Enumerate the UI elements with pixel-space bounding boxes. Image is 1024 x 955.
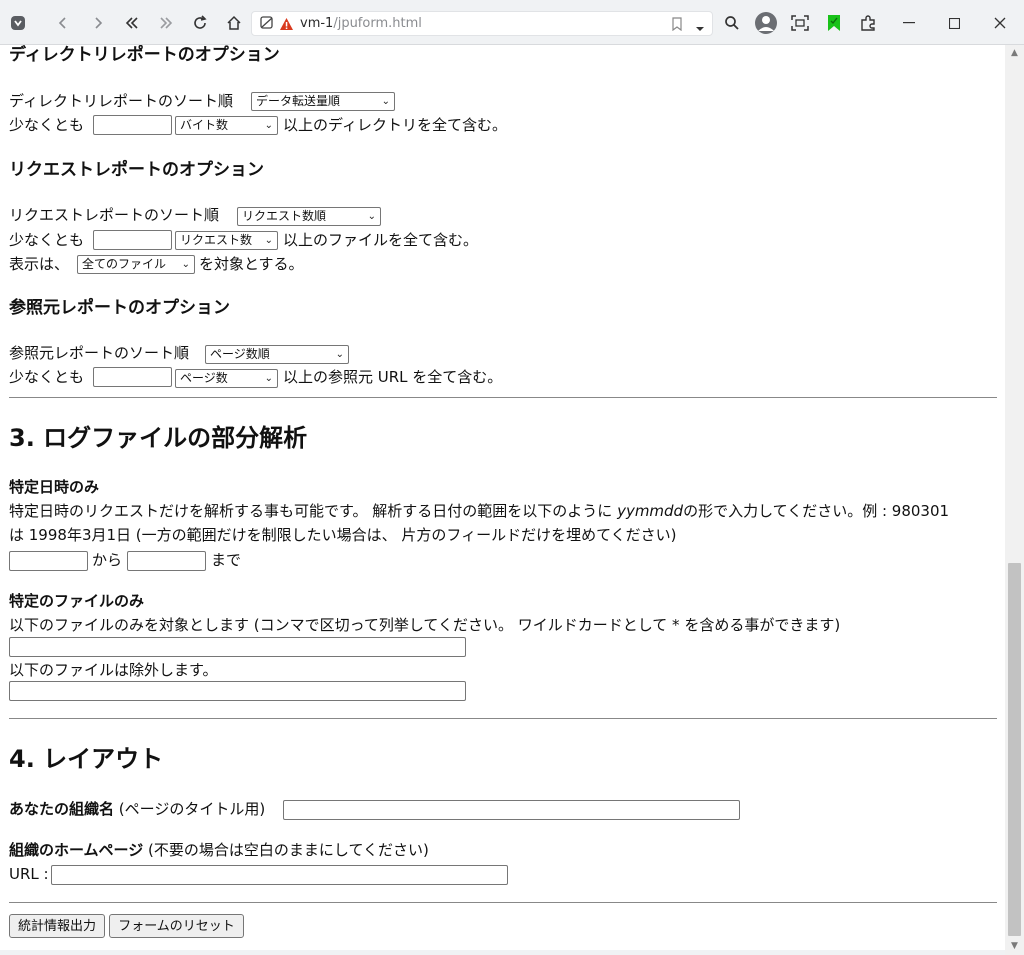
exclude-files-input[interactable] <box>9 681 466 701</box>
chevron-down-icon: ⌄ <box>381 96 390 107</box>
req-show-select[interactable]: 全てのファイル ⌄ <box>77 255 195 274</box>
profile-icon[interactable] <box>752 9 780 37</box>
capture-icon[interactable] <box>786 9 814 37</box>
green-bookmark-icon[interactable] <box>820 9 848 37</box>
req-sort-value: リクエスト数順 <box>242 209 327 223</box>
req-min-input[interactable] <box>93 230 172 250</box>
minimize-icon[interactable] <box>887 9 931 37</box>
home-icon[interactable] <box>220 9 248 37</box>
home-label-bold: 組織のホームページ <box>9 841 144 859</box>
home-label-note: (不要の場合は空白のままにしてください) <box>148 841 429 859</box>
ref-min-suffix: 以上の参照元 URL を全て含む。 <box>283 368 503 386</box>
chevron-down-icon: ⌄ <box>264 235 273 246</box>
include-files-input[interactable] <box>9 637 466 657</box>
bookmark-icon[interactable] <box>672 16 682 35</box>
browser-toolbar: vm-1/jpuform.html <box>0 0 1024 45</box>
chevron-down-icon: ⌄ <box>335 349 344 360</box>
page-scrollbar[interactable]: ▲ ▼ <box>1005 45 1024 955</box>
reset-button[interactable]: フォームのリセット <box>109 914 244 938</box>
page-content: ディレクトリレポートのオプション ディレクトリレポートのソート順 データ転送量順… <box>0 45 1005 950</box>
exclude-text: 以下のファイルは除外します。 <box>9 661 218 679</box>
reload-icon[interactable] <box>186 9 214 37</box>
file-heading: 特定のファイルのみ <box>9 592 145 610</box>
chevron-down-icon: ⌄ <box>367 211 376 222</box>
dir-min-prefix: 少なくとも <box>9 116 85 134</box>
scroll-up-icon[interactable]: ▲ <box>1009 48 1020 58</box>
close-icon[interactable] <box>978 9 1022 37</box>
req-min-prefix: 少なくとも <box>9 231 85 249</box>
req-show-suffix: を対象とする。 <box>199 255 304 273</box>
ref-unit-select[interactable]: ページ数 ⌄ <box>175 369 278 388</box>
date-heading: 特定日時のみ <box>9 478 100 496</box>
chevron-down-icon: ⌄ <box>181 259 190 270</box>
dir-unit-select[interactable]: バイト数 ⌄ <box>175 116 278 135</box>
dir-sort-select[interactable]: データ転送量順 ⌄ <box>251 92 395 111</box>
url-text: vm-1/jpuform.html <box>300 16 422 31</box>
ref-unit-value: ページ数 <box>180 371 228 385</box>
org-label-bold: あなたの組織名 <box>9 800 115 818</box>
url-host: vm-1 <box>300 16 334 31</box>
home-label: 組織のホームページ (不要の場合は空白のままにしてください) <box>9 839 429 862</box>
req-report-heading: リクエストレポートのオプション <box>9 160 264 180</box>
warning-icon[interactable] <box>279 16 294 35</box>
date-to-input[interactable] <box>127 551 206 571</box>
dir-sort-label: ディレクトリレポートのソート順 <box>9 92 233 110</box>
org-label: あなたの組織名 (ページのタイトル用) <box>9 798 265 821</box>
req-show-value: 全てのファイル <box>82 257 167 271</box>
org-name-input[interactable] <box>283 800 740 820</box>
divider <box>9 902 997 903</box>
req-unit-select[interactable]: リクエスト数 ⌄ <box>175 231 278 250</box>
dir-unit-value: バイト数 <box>180 118 229 132</box>
ref-sort-select[interactable]: ページ数順 ⌄ <box>205 345 349 364</box>
fast-forward-icon[interactable] <box>152 9 180 37</box>
chevron-down-icon: ⌄ <box>264 373 273 384</box>
dir-min-suffix: 以上のディレクトリを全て含む。 <box>283 116 507 134</box>
extensions-icon[interactable] <box>854 9 882 37</box>
ref-report-heading: 参照元レポートのオプション <box>9 298 230 318</box>
chevron-down-icon: ⌄ <box>264 120 273 131</box>
dir-report-heading: ディレクトリレポートのオプション <box>9 45 280 65</box>
date-description-line1: 特定日時のリクエストだけを解析する事も可能です。 解析する日付の範囲を以下のよう… <box>9 500 949 523</box>
date-text-3: は 1998年3月1日 (一方の範囲だけを制限したい場合は、 片方のフィールドだ… <box>9 526 677 544</box>
date-text-2: の形で入力してください。例 : 980301 <box>683 502 950 520</box>
ref-min-input[interactable] <box>93 367 172 387</box>
back-icon[interactable] <box>49 9 77 37</box>
address-bar[interactable]: vm-1/jpuform.html <box>251 11 713 36</box>
site-settings-icon[interactable] <box>260 15 274 35</box>
ref-sort-label: 参照元レポートのソート順 <box>9 344 190 362</box>
req-min-suffix: 以上のファイルを全て含む。 <box>283 231 479 249</box>
url-label: URL : <box>9 865 49 883</box>
date-from-input[interactable] <box>9 551 88 571</box>
to-label: まで <box>211 551 242 569</box>
req-show-prefix: 表示は、 <box>9 255 70 273</box>
date-format: yymmdd <box>617 502 684 520</box>
divider <box>9 718 997 719</box>
req-sort-select[interactable]: リクエスト数順 ⌄ <box>237 207 381 226</box>
divider <box>9 397 997 398</box>
from-label: から <box>92 551 123 569</box>
forward-icon[interactable] <box>84 9 112 37</box>
submit-button[interactable]: 統計情報出力 <box>9 914 105 938</box>
maximize-icon[interactable] <box>932 9 976 37</box>
rewind-icon[interactable] <box>118 9 146 37</box>
section4-title: 4. レイアウト <box>9 745 164 773</box>
ref-min-prefix: 少なくとも <box>9 368 85 386</box>
homepage-url-input[interactable] <box>51 865 508 885</box>
dir-min-input[interactable] <box>93 115 172 135</box>
date-text-1: 特定日時のリクエストだけを解析する事も可能です。 解析する日付の範囲を以下のよう… <box>9 502 613 520</box>
window-bottom-edge <box>0 950 1005 955</box>
ref-sort-value: ページ数順 <box>210 347 270 361</box>
include-text: 以下のファイルのみを対象とします (コンマで区切って列挙してください。 ワイルド… <box>9 616 841 634</box>
section3-title: 3. ログファイルの部分解析 <box>9 424 308 452</box>
org-label-note: (ページのタイトル用) <box>118 800 266 818</box>
req-sort-label: リクエストレポートのソート順 <box>9 206 220 224</box>
scroll-down-icon[interactable]: ▼ <box>1009 941 1020 951</box>
dir-sort-value: データ転送量順 <box>256 94 341 108</box>
search-icon[interactable] <box>718 9 746 37</box>
browser-menu-icon[interactable] <box>4 9 32 37</box>
req-unit-value: リクエスト数 <box>180 233 253 247</box>
url-dropdown-icon[interactable] <box>695 18 705 37</box>
scroll-thumb[interactable] <box>1008 563 1021 936</box>
url-path: /jpuform.html <box>333 16 422 31</box>
